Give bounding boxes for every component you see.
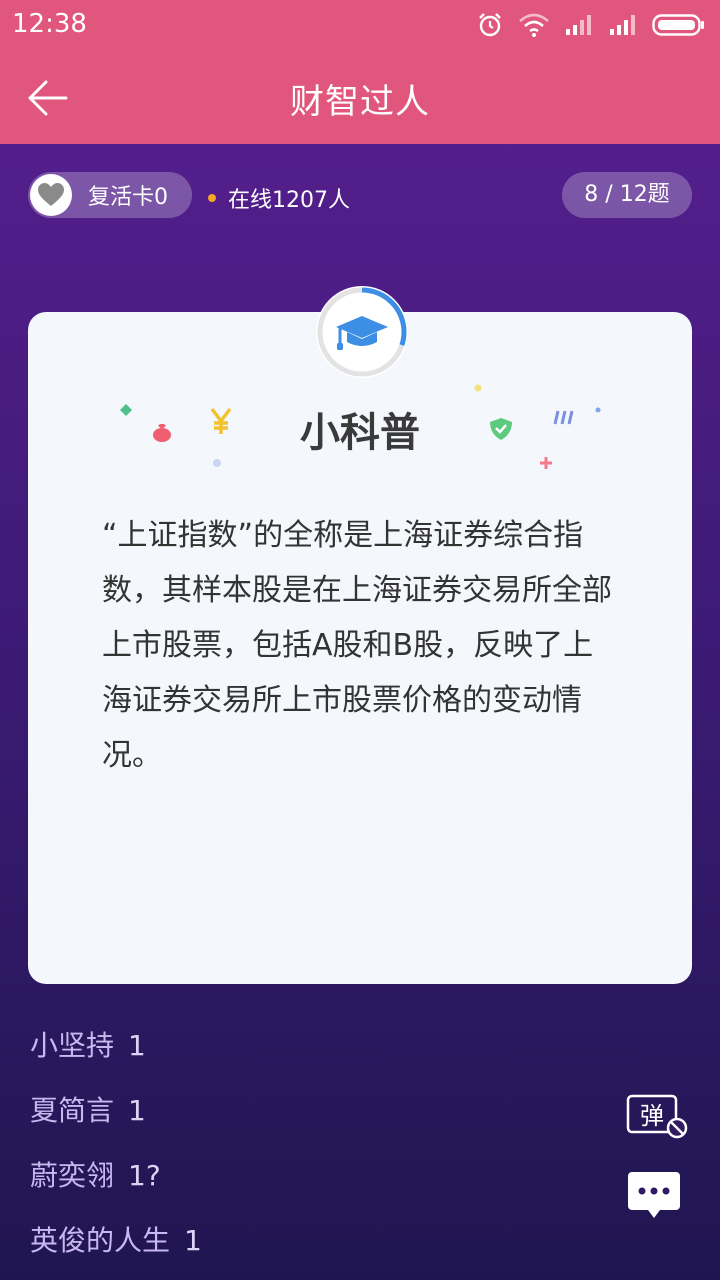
- danmaku-off-icon: 弹: [626, 1094, 688, 1139]
- comment-name: 小坚持: [30, 1029, 115, 1062]
- comment-name: 蔚奕翎: [30, 1159, 115, 1192]
- danmaku-toggle-button[interactable]: 弹: [626, 1094, 688, 1140]
- plus-deco-icon: [540, 457, 552, 469]
- graduation-cap-icon: [336, 316, 388, 350]
- revive-card-label: 复活卡0: [88, 185, 168, 210]
- signal-icon: [610, 15, 635, 35]
- comment-item: 夏简言 1: [30, 1089, 146, 1129]
- heart-badge: [30, 174, 72, 216]
- status-bar: 12:38: [0, 0, 720, 50]
- card-body-text: “上证指数”的全称是上海证券综合指数，其样本股是在上海证券交易所全部上市股票，包…: [102, 518, 612, 773]
- wifi-icon: [519, 13, 549, 37]
- comment-name: 夏简言: [30, 1094, 115, 1127]
- danmaku-label: 弹: [640, 1102, 664, 1130]
- chat-bubble-icon: [628, 1172, 680, 1218]
- dot-deco-icon: [474, 384, 482, 392]
- signal-icon: [566, 15, 591, 35]
- comment-item: 英俊的人生 1: [30, 1219, 202, 1259]
- comment-text: 1: [184, 1224, 202, 1257]
- diamond-deco-icon: [120, 404, 132, 416]
- revive-card-badge[interactable]: 复活卡0: [28, 172, 192, 218]
- page-title: 财智过人: [290, 82, 430, 122]
- yen-icon: [210, 407, 232, 434]
- comment-text: 1: [128, 1094, 146, 1127]
- comment-text: 1: [128, 1029, 146, 1062]
- question-progress: 8 / 12题: [562, 172, 692, 218]
- comment-text: 1?: [128, 1159, 161, 1192]
- battery-icon: [652, 14, 704, 36]
- dot-deco-icon: [595, 407, 601, 413]
- comment-name: 英俊的人生: [30, 1224, 171, 1257]
- online-count: 在线1207人: [208, 182, 350, 214]
- money-bag-icon: [153, 424, 171, 442]
- timer-progress: [317, 287, 407, 377]
- status-time: 12:38: [12, 9, 87, 39]
- comment-item: 小坚持 1: [30, 1024, 146, 1064]
- stripes-deco-icon: [553, 410, 574, 425]
- card-title: 小科普: [300, 410, 420, 456]
- dot-deco-icon: [213, 459, 221, 467]
- shield-check-icon: [490, 418, 512, 440]
- status-icons: [476, 10, 706, 40]
- heart-icon: [38, 183, 64, 206]
- chat-button[interactable]: [626, 1170, 682, 1220]
- header: 财智过人: [0, 50, 720, 144]
- comment-item: 蔚奕翎 1?: [30, 1154, 161, 1194]
- online-label: 在线1207人: [228, 188, 350, 213]
- timer-ring: [316, 286, 408, 378]
- alarm-icon: [479, 13, 501, 37]
- online-dot: [208, 194, 216, 202]
